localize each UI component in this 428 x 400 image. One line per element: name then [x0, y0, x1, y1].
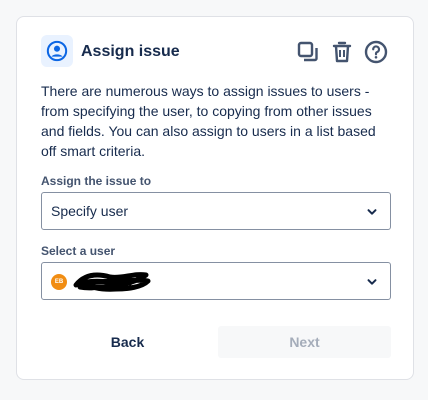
header-actions	[295, 39, 389, 65]
assign-select[interactable]: Specify user	[41, 192, 391, 230]
user-circle-icon	[41, 35, 73, 67]
user-select[interactable]: EB	[41, 262, 391, 300]
back-button[interactable]: Back	[41, 326, 214, 358]
trash-icon[interactable]	[329, 39, 355, 65]
duplicate-icon[interactable]	[295, 39, 321, 65]
card-header: Assign issue	[41, 35, 389, 69]
assign-field-label: Assign the issue to	[41, 174, 152, 188]
avatar: EB	[51, 274, 67, 290]
user-field-label: Select a user	[41, 244, 116, 258]
chevron-down-icon	[367, 279, 377, 285]
next-button[interactable]: Next	[218, 326, 391, 358]
card-title: Assign issue	[81, 43, 180, 60]
chevron-down-icon	[367, 209, 377, 215]
help-icon[interactable]	[363, 39, 389, 65]
description-text: There are numerous ways to assign issues…	[41, 83, 376, 159]
assign-issue-card: Assign issue There are numerous ways to …	[16, 16, 414, 380]
assign-select-value: Specify user	[51, 203, 129, 219]
redaction-scribble	[73, 272, 151, 292]
